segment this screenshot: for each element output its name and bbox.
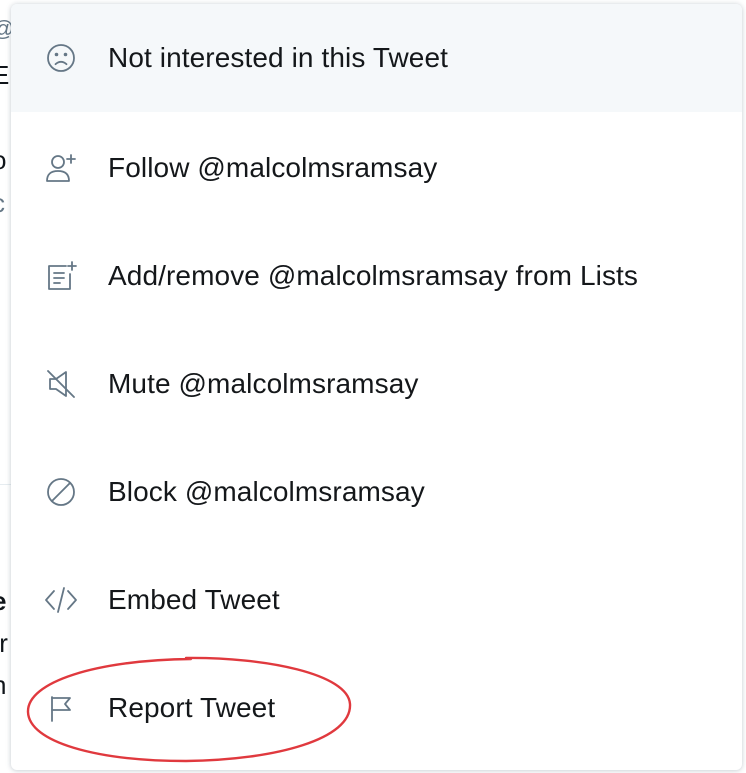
frown-face-icon (44, 41, 78, 75)
bg-fragment: e (0, 588, 6, 614)
bg-fragment: c (0, 190, 5, 216)
menu-item-follow[interactable]: Follow @malcolmsramsay (11, 114, 742, 222)
code-embed-icon (44, 583, 78, 617)
menu-item-report[interactable]: Report Tweet (11, 654, 742, 762)
bg-fragment: h (0, 672, 6, 698)
block-icon (44, 475, 78, 509)
flag-icon (44, 691, 78, 725)
menu-item-block[interactable]: Block @malcolmsramsay (11, 438, 742, 546)
menu-item-not-interested[interactable]: Not interested in this Tweet (11, 4, 742, 112)
menu-item-label: Follow @malcolmsramsay (108, 152, 438, 183)
menu-item-label: Mute @malcolmsramsay (108, 368, 419, 399)
menu-item-lists[interactable]: Add/remove @malcolmsramsay from Lists (11, 222, 742, 330)
bg-fragment: o (0, 147, 6, 173)
list-add-icon (44, 259, 78, 293)
menu-item-embed[interactable]: Embed Tweet (11, 546, 742, 654)
menu-item-label: Not interested in this Tweet (108, 42, 449, 73)
follow-user-icon (44, 151, 78, 185)
tweet-options-menu: Not interested in this Tweet Follow @mal… (11, 4, 742, 770)
menu-item-label: Add/remove @malcolmsramsay from Lists (108, 260, 639, 291)
menu-item-label: Embed Tweet (108, 584, 280, 615)
bg-fragment: fr (0, 628, 8, 658)
mute-speaker-icon (44, 367, 78, 401)
bg-fragment: E (0, 60, 10, 90)
menu-item-label: Block @malcolmsramsay (108, 476, 425, 507)
menu-item-mute[interactable]: Mute @malcolmsramsay (11, 330, 742, 438)
menu-item-label: Report Tweet (108, 692, 276, 723)
